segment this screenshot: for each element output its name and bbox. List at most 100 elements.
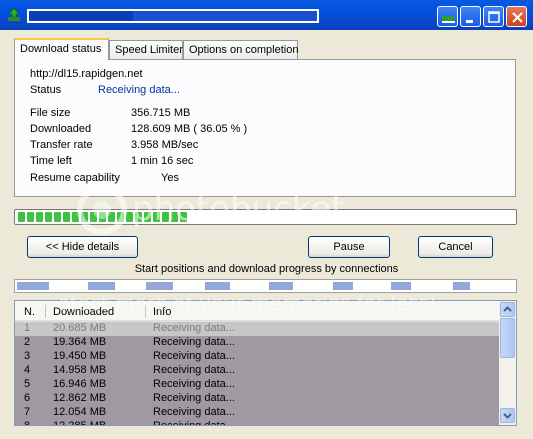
status-label: Status bbox=[30, 84, 62, 96]
table-row[interactable]: 8 12.285 MB Receiving data... bbox=[15, 420, 501, 426]
connection-segment bbox=[333, 282, 353, 290]
title-progress-bar bbox=[27, 9, 319, 23]
progress-segment bbox=[54, 212, 61, 222]
maximize-icon bbox=[488, 11, 500, 23]
cell-info: Receiving data... bbox=[153, 364, 235, 376]
table-row[interactable]: 5 16.946 MB Receiving data... bbox=[15, 378, 501, 392]
tab-label: Download status bbox=[20, 43, 102, 55]
downloaded-label: Downloaded bbox=[30, 123, 92, 135]
tab-download-status[interactable]: Download status bbox=[14, 38, 109, 60]
cell-downloaded: 12.862 MB bbox=[53, 392, 107, 404]
progress-segment bbox=[126, 212, 133, 222]
minimize-icon bbox=[466, 20, 473, 23]
time-left-label: Time left bbox=[30, 155, 72, 167]
table-row[interactable]: 6 12.862 MB Receiving data... bbox=[15, 392, 501, 406]
progress-segment bbox=[135, 212, 142, 222]
pause-button[interactable]: Pause bbox=[308, 236, 390, 258]
cell-n: 7 bbox=[24, 406, 31, 418]
connection-segment bbox=[146, 282, 173, 290]
cell-downloaded: 19.364 MB bbox=[53, 336, 107, 348]
tab-label: Speed Limiter bbox=[115, 44, 183, 56]
tab-label: Options on completion bbox=[189, 44, 299, 56]
table-row[interactable]: 4 14.958 MB Receiving data... bbox=[15, 364, 501, 378]
column-header-info[interactable]: Info bbox=[153, 306, 171, 318]
connections-caption: Start positions and download progress by… bbox=[134, 263, 399, 275]
chevron-down-icon bbox=[503, 413, 512, 419]
switch-view-button[interactable] bbox=[437, 6, 458, 27]
cell-n: 6 bbox=[24, 392, 31, 404]
idm-app-icon bbox=[8, 7, 20, 21]
close-icon bbox=[512, 12, 523, 23]
title-progress-fill bbox=[29, 11, 133, 21]
cell-info: Receiving data... bbox=[153, 322, 235, 334]
scroll-up-button[interactable] bbox=[500, 302, 515, 317]
cell-n: 2 bbox=[24, 336, 31, 348]
connection-segment bbox=[17, 282, 49, 290]
cell-n: 8 bbox=[24, 420, 31, 426]
progress-segment bbox=[45, 212, 52, 222]
progress-segment bbox=[171, 212, 178, 222]
connections-list[interactable]: N. Downloaded Info 1 20.685 MB Receiving d… bbox=[14, 300, 517, 426]
progress-segment bbox=[90, 212, 97, 222]
table-row[interactable]: 2 19.364 MB Receiving data... bbox=[15, 336, 501, 350]
progress-segment bbox=[36, 212, 43, 222]
transfer-rate-value: 3.958 MB/sec bbox=[131, 139, 199, 151]
progress-segment bbox=[18, 212, 25, 222]
time-left-value: 1 min 16 sec bbox=[131, 155, 194, 167]
download-progress-bar bbox=[14, 209, 517, 225]
list-header: N. Downloaded Info bbox=[15, 301, 501, 322]
hide-details-button[interactable]: << Hide details bbox=[27, 236, 138, 258]
cell-downloaded: 19.450 MB bbox=[53, 350, 107, 362]
scroll-down-button[interactable] bbox=[500, 408, 515, 423]
column-separator[interactable] bbox=[145, 305, 146, 318]
cell-info: Receiving data... bbox=[153, 378, 235, 390]
progress-segment bbox=[162, 212, 169, 222]
cell-info: Receiving data... bbox=[153, 420, 235, 426]
column-header-n[interactable]: N. bbox=[24, 306, 35, 318]
cell-info: Receiving data... bbox=[153, 406, 235, 418]
maximize-button[interactable] bbox=[483, 6, 504, 27]
cell-n: 5 bbox=[24, 378, 31, 390]
table-row[interactable]: 3 19.450 MB Receiving data... bbox=[15, 350, 501, 364]
switch-view-icon bbox=[442, 16, 455, 23]
cell-downloaded: 16.946 MB bbox=[53, 378, 107, 390]
cell-info: Receiving data... bbox=[153, 350, 235, 362]
resume-capability-label: Resume capability bbox=[30, 172, 120, 184]
transfer-rate-label: Transfer rate bbox=[30, 139, 93, 151]
title-bar[interactable] bbox=[0, 0, 533, 30]
progress-segment bbox=[117, 212, 124, 222]
progress-segment bbox=[180, 212, 187, 222]
file-size-value: 356.715 MB bbox=[131, 107, 191, 119]
table-row[interactable]: 7 12.054 MB Receiving data... bbox=[15, 406, 501, 420]
download-url: http://dl15.rapidgen.net bbox=[30, 68, 143, 80]
tab-speed-limiter[interactable]: Speed Limiter bbox=[109, 40, 183, 59]
column-separator[interactable] bbox=[45, 305, 46, 318]
progress-segment bbox=[72, 212, 79, 222]
cell-n: 4 bbox=[24, 364, 31, 376]
column-header-downloaded[interactable]: Downloaded bbox=[53, 306, 114, 318]
table-row[interactable]: 1 20.685 MB Receiving data... bbox=[15, 322, 501, 336]
cell-downloaded: 14.958 MB bbox=[53, 364, 107, 376]
download-progress-window: Download status Speed Limiter Options on… bbox=[0, 0, 533, 439]
cancel-button[interactable]: Cancel bbox=[418, 236, 493, 258]
scroll-thumb[interactable] bbox=[500, 318, 515, 358]
cell-downloaded: 12.285 MB bbox=[53, 420, 107, 426]
cell-info: Receiving data... bbox=[153, 336, 235, 348]
connection-segment bbox=[269, 282, 293, 290]
tab-options-on-completion[interactable]: Options on completion bbox=[183, 40, 298, 59]
file-size-label: File size bbox=[30, 107, 71, 119]
close-button[interactable] bbox=[506, 6, 527, 27]
connection-segment bbox=[453, 282, 470, 290]
downloaded-value: 128.609 MB ( 36.05 % ) bbox=[131, 123, 248, 135]
progress-segment bbox=[144, 212, 151, 222]
list-scrollbar[interactable] bbox=[499, 301, 516, 425]
list-body: 1 20.685 MB Receiving data... 2 19.364 MB Rec… bbox=[15, 322, 501, 426]
connection-segment bbox=[205, 282, 230, 290]
progress-segment bbox=[153, 212, 160, 222]
minimize-button[interactable] bbox=[460, 6, 481, 27]
progress-segment bbox=[63, 212, 70, 222]
cell-n: 1 bbox=[24, 322, 31, 334]
connection-segment bbox=[88, 282, 115, 290]
chevron-up-icon bbox=[503, 306, 512, 312]
cell-downloaded: 12.054 MB bbox=[53, 406, 107, 418]
